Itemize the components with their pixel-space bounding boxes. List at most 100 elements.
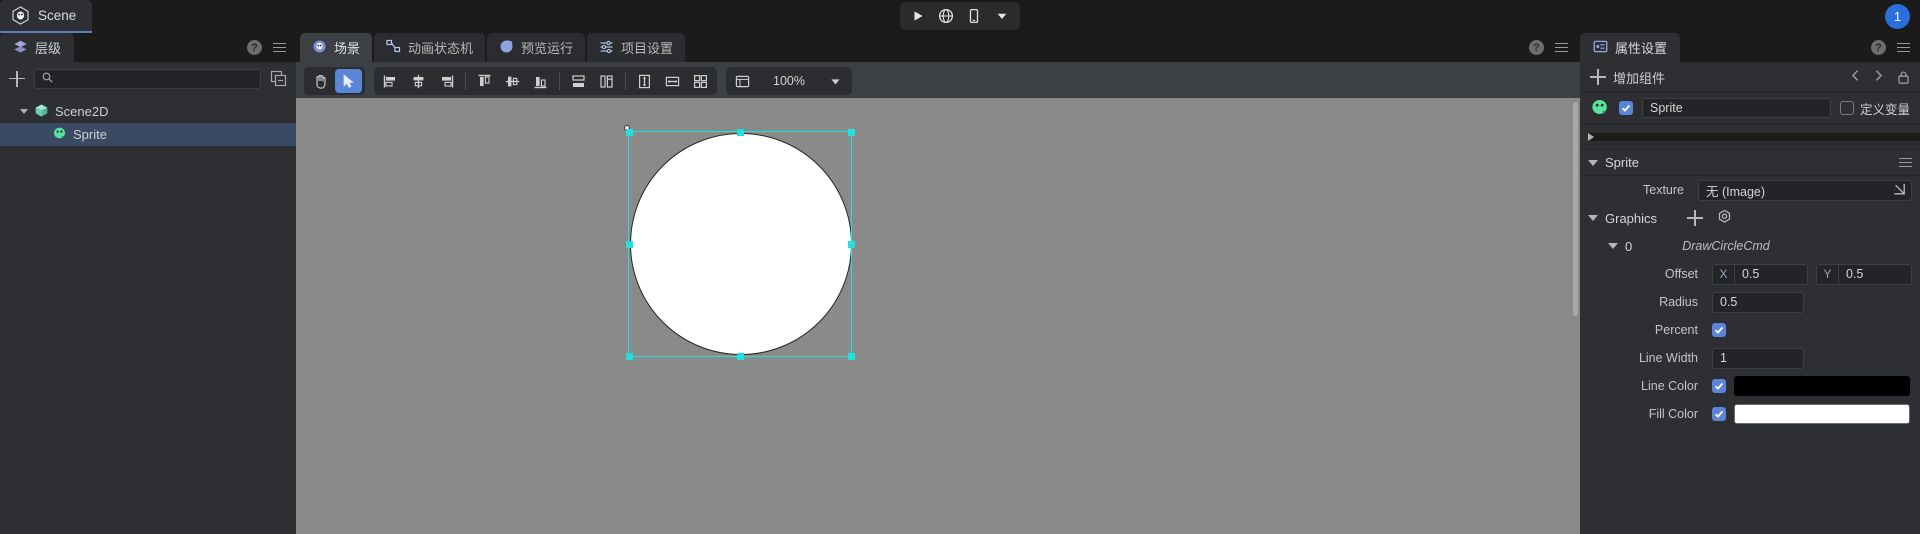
resize-handle-tl[interactable] <box>626 129 633 136</box>
tab-state-machine[interactable]: 动画状态机 <box>374 33 485 62</box>
chevron-down-icon[interactable] <box>1588 215 1598 221</box>
section-sprite-label: Sprite <box>1605 155 1639 170</box>
lock-icon[interactable] <box>1897 70 1910 85</box>
align-top[interactable] <box>471 69 498 93</box>
add-node-button[interactable] <box>9 71 25 87</box>
notification-badge[interactable]: 1 <box>1885 4 1910 29</box>
duplicate-icon[interactable] <box>270 70 287 87</box>
align-bottom-icon <box>532 73 549 90</box>
tree-item-scene2d[interactable]: Scene2D <box>0 100 296 123</box>
graphics-label: Graphics <box>1605 211 1657 226</box>
resize-handle-br[interactable] <box>848 353 855 360</box>
hierarchy-menu-icon[interactable] <box>273 43 286 53</box>
align-bottom[interactable] <box>527 69 554 93</box>
align-middle-v-icon <box>504 73 521 90</box>
line-width-field[interactable]: 1 <box>1712 348 1804 369</box>
resize-handle-ml[interactable] <box>626 241 633 248</box>
resize-handle-tc[interactable] <box>737 129 744 136</box>
preview-run-icon <box>499 39 514 57</box>
play-icon <box>911 9 925 23</box>
fill-color-checkbox[interactable] <box>1712 407 1726 421</box>
scene-icon <box>312 39 327 57</box>
command-toggle[interactable]: 0 <box>1580 239 1640 254</box>
search-box[interactable] <box>34 69 261 89</box>
line-color-checkbox[interactable] <box>1712 379 1726 393</box>
chevron-down-icon[interactable] <box>1588 160 1598 166</box>
section-basic[interactable]: 基础 <box>1580 124 1920 150</box>
tab-scene[interactable]: 场景 <box>300 33 372 62</box>
search-input[interactable] <box>59 72 253 86</box>
help-icon[interactable]: ? <box>247 40 262 55</box>
scene-window-tab[interactable]: Scene <box>0 0 92 33</box>
radius-field[interactable]: 0.5 <box>1712 292 1804 313</box>
offset-x-field[interactable]: X 0.5 <box>1712 264 1808 285</box>
play-button[interactable] <box>904 3 932 29</box>
section-sprite[interactable]: Sprite <box>1580 150 1920 176</box>
plus-icon[interactable] <box>1590 69 1606 85</box>
scene-tabbar-actions: ? <box>1529 33 1580 62</box>
tab-project-settings[interactable]: 项目设置 <box>587 33 685 62</box>
graphics-toggle[interactable]: Graphics <box>1580 211 1665 226</box>
resize-handle-bl[interactable] <box>626 353 633 360</box>
match-height[interactable] <box>631 69 658 93</box>
chevron-down-icon[interactable] <box>1608 243 1618 249</box>
selection-box[interactable] <box>628 131 852 357</box>
percent-checkbox[interactable] <box>1712 323 1726 337</box>
zoom-dropdown[interactable] <box>822 69 849 93</box>
component-name-field[interactable]: Sprite <box>1642 98 1831 118</box>
chevron-left-icon[interactable] <box>1851 69 1860 85</box>
hierarchy-tree: Scene2D Sprite <box>0 95 296 534</box>
tab-hierarchy[interactable]: 层级 <box>0 33 74 62</box>
resize-handle-bc[interactable] <box>737 353 744 360</box>
line-color-swatch[interactable] <box>1734 376 1910 396</box>
help-icon[interactable]: ? <box>1871 40 1886 55</box>
preview-options-dropdown[interactable] <box>988 3 1016 29</box>
define-variable-checkbox[interactable] <box>1840 101 1854 115</box>
offset-y-field[interactable]: Y 0.5 <box>1816 264 1912 285</box>
texture-field[interactable]: 无 (Image) <box>1698 180 1912 201</box>
gear-circle-icon[interactable] <box>1717 209 1732 227</box>
fill-color-swatch[interactable] <box>1734 404 1910 424</box>
percent-label: Percent <box>1580 323 1712 337</box>
define-variable-label: 定义变量 <box>1860 99 1910 118</box>
line-color-row: Line Color <box>1580 372 1920 400</box>
line-color-label: Line Color <box>1580 379 1712 393</box>
hand-tool[interactable] <box>307 69 334 93</box>
device-preview-button[interactable] <box>960 3 988 29</box>
add-component-row[interactable]: 增加组件 <box>1580 62 1920 93</box>
browser-preview-button[interactable] <box>932 3 960 29</box>
tab-scene-label: 场景 <box>334 38 360 57</box>
select-tool[interactable] <box>335 69 362 93</box>
line-width-row: Line Width 1 <box>1580 344 1920 372</box>
help-icon[interactable]: ? <box>1529 40 1544 55</box>
component-enabled-checkbox[interactable] <box>1619 101 1633 115</box>
properties-menu-icon[interactable] <box>1897 43 1910 53</box>
distribute-vertical[interactable] <box>565 69 592 93</box>
chevron-right-icon[interactable] <box>1588 133 1920 141</box>
resize-handle-mr[interactable] <box>848 241 855 248</box>
tab-properties[interactable]: 属性设置 <box>1580 33 1680 62</box>
hierarchy-body: Scene2D Sprite <box>0 62 296 534</box>
section-sprite-menu-icon[interactable] <box>1899 158 1912 168</box>
align-right[interactable] <box>433 69 460 93</box>
tree-item-sprite[interactable]: Sprite <box>0 123 296 146</box>
grid-layout[interactable] <box>687 69 714 93</box>
ruler-toggle[interactable] <box>729 69 756 93</box>
graphics-add-icon[interactable] <box>1687 210 1703 226</box>
chevron-right-icon[interactable] <box>1874 69 1883 85</box>
tab-preview-run[interactable]: 预览运行 <box>487 33 585 62</box>
align-left[interactable] <box>377 69 404 93</box>
chevron-down-icon[interactable] <box>20 109 28 114</box>
pick-target-icon[interactable] <box>1892 182 1906 199</box>
scene-menu-icon[interactable] <box>1555 43 1568 53</box>
toolbar-separator <box>559 72 560 90</box>
align-middle-vertical[interactable] <box>499 69 526 93</box>
zoom-value[interactable]: 100% <box>758 74 820 88</box>
match-width[interactable] <box>659 69 686 93</box>
scene-viewport[interactable] <box>296 98 1580 534</box>
define-variable-control[interactable]: 定义变量 <box>1840 99 1910 118</box>
resize-handle-tr[interactable] <box>848 129 855 136</box>
viewport-vertical-scrollbar[interactable] <box>1573 102 1578 316</box>
distribute-horizontal[interactable] <box>593 69 620 93</box>
align-center-horizontal[interactable] <box>405 69 432 93</box>
